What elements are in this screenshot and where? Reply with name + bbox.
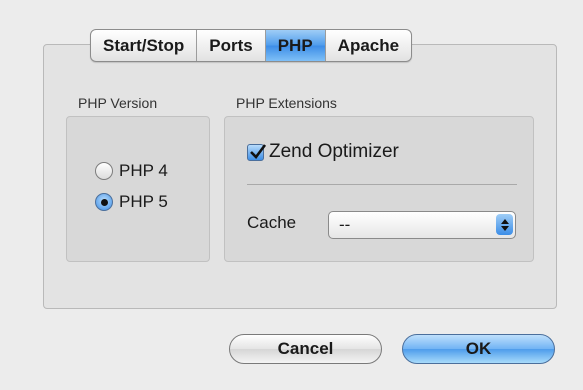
zend-optimizer-row[interactable]: Zend Optimizer (247, 141, 399, 163)
checkmark-icon (250, 143, 267, 159)
tab-apache[interactable]: Apache (326, 30, 411, 61)
select-stepper-icon (496, 214, 513, 235)
radio-php4[interactable] (95, 162, 113, 180)
php-version-group (66, 116, 210, 262)
extensions-divider (247, 184, 517, 185)
radio-php4-row[interactable]: PHP 4 (95, 161, 168, 181)
tab-ports[interactable]: Ports (197, 30, 266, 61)
radio-php5[interactable] (95, 193, 113, 211)
zend-optimizer-checkbox[interactable] (247, 143, 267, 161)
php-extensions-label: PHP Extensions (236, 95, 337, 111)
cancel-button[interactable]: Cancel (229, 334, 382, 364)
tab-php[interactable]: PHP (265, 30, 326, 61)
cache-select-value: -- (339, 215, 351, 234)
ok-button[interactable]: OK (402, 334, 555, 364)
php-extensions-group (224, 116, 534, 262)
tab-start-stop[interactable]: Start/Stop (91, 30, 198, 61)
radio-php4-label: PHP 4 (119, 161, 168, 180)
radio-selected-dot (100, 198, 108, 206)
php-version-label: PHP Version (78, 95, 158, 111)
radio-php5-row[interactable]: PHP 5 (95, 192, 168, 212)
tab-bar: Start/Stop Ports PHP Apache (90, 29, 413, 62)
radio-php5-label: PHP 5 (119, 192, 168, 211)
cache-select[interactable]: -- (328, 211, 516, 239)
zend-optimizer-label: Zend Optimizer (269, 141, 399, 162)
cache-label: Cache (247, 213, 297, 232)
